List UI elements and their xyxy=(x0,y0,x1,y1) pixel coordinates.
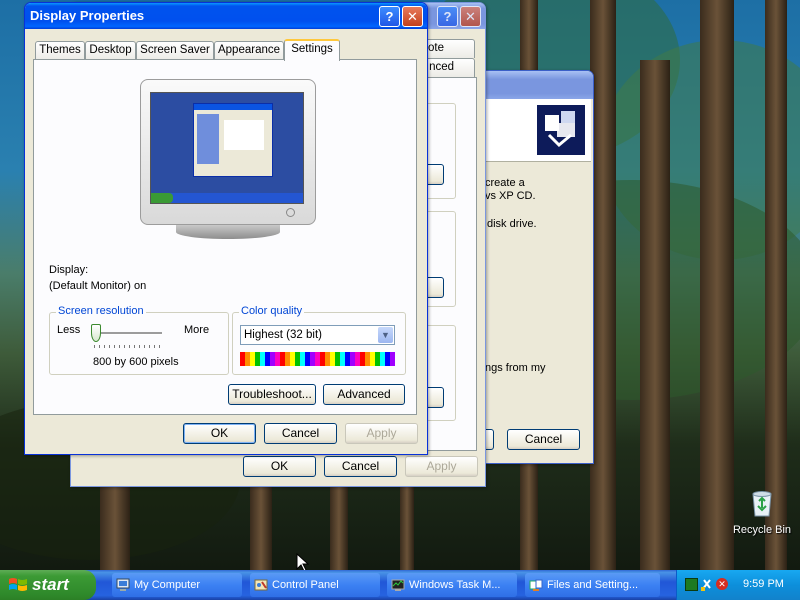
taskbar-item-label: Files and Setting... xyxy=(547,579,639,591)
taskbar-item-my-computer[interactable]: My Computer xyxy=(112,573,242,597)
files-settings-icon xyxy=(529,579,543,591)
tray-tool-icon[interactable] xyxy=(700,578,712,592)
security-alert-icon[interactable]: ✕ xyxy=(716,578,728,590)
cancel-button[interactable]: Cancel xyxy=(264,423,337,444)
wizard-cancel-button[interactable]: Cancel xyxy=(507,429,580,450)
mouse-cursor-icon xyxy=(296,553,310,570)
tree-trunk xyxy=(640,60,670,570)
ok-button[interactable]: OK xyxy=(183,423,256,444)
monitor-preview xyxy=(140,79,316,239)
resolution-slider-thumb[interactable] xyxy=(91,324,101,342)
display-label: Display: xyxy=(49,264,89,276)
color-quality-select[interactable]: Highest (32 bit) ▼ xyxy=(240,325,395,345)
taskbar: start My Computer Control Panel Windows … xyxy=(0,570,800,600)
tab-themes[interactable]: Themes xyxy=(35,41,85,60)
wizard-text-line-3: disk drive. xyxy=(487,218,537,230)
chevron-down-icon[interactable]: ▼ xyxy=(378,327,393,343)
monitor-power-icon xyxy=(286,208,295,217)
recycle-bin-icon xyxy=(752,491,772,517)
resolution-slider-ticks xyxy=(94,345,162,348)
advanced-button[interactable]: Advanced xyxy=(323,384,405,405)
resolution-slider-track[interactable] xyxy=(94,332,162,335)
resolution-value: 800 by 600 pixels xyxy=(93,356,179,368)
apply-button[interactable]: Apply xyxy=(345,423,418,444)
tab-appearance[interactable]: Appearance xyxy=(214,41,284,60)
recycle-bin[interactable]: Recycle Bin xyxy=(728,488,796,542)
network-icon[interactable] xyxy=(685,578,698,591)
background-ok-button[interactable]: OK xyxy=(243,456,316,477)
display-properties-titlebar[interactable]: Display Properties xyxy=(25,3,427,29)
troubleshoot-button[interactable]: Troubleshoot... xyxy=(228,384,316,405)
taskbar-item-label: My Computer xyxy=(134,579,201,591)
my-computer-icon xyxy=(116,578,130,591)
start-label: start xyxy=(32,575,69,594)
monitor-stand xyxy=(176,225,280,239)
wizard-text-line-4: ngs from my xyxy=(485,362,546,374)
tree-trunk xyxy=(765,0,787,570)
start-button[interactable]: start xyxy=(0,570,96,600)
color-quality-legend: Color quality xyxy=(239,305,305,317)
clock[interactable]: 9:59 PM xyxy=(743,578,784,590)
close-button[interactable]: ✕ xyxy=(402,6,423,27)
background-help-button[interactable]: ? xyxy=(437,6,458,27)
screen-resolution-legend: Screen resolution xyxy=(56,305,146,317)
taskbar-item-files-settings[interactable]: Files and Setting... xyxy=(525,573,660,597)
recycle-bin-label: Recycle Bin xyxy=(732,524,792,536)
background-apply-button[interactable]: Apply xyxy=(405,456,478,477)
window-title: Display Properties xyxy=(30,8,145,23)
monitor-screen xyxy=(150,92,304,204)
control-panel-icon xyxy=(254,579,268,591)
taskbar-item-control-panel[interactable]: Control Panel xyxy=(250,573,380,597)
taskbar-item-label: Windows Task M... xyxy=(409,579,501,591)
tab-screen-saver[interactable]: Screen Saver xyxy=(136,41,214,60)
wizard-logo-icon xyxy=(537,105,585,155)
tab-desktop[interactable]: Desktop xyxy=(85,41,136,60)
resolution-less-label: Less xyxy=(57,324,81,336)
background-close-button[interactable]: ✕ xyxy=(460,6,481,27)
color-spectrum-bar xyxy=(240,352,395,366)
tree-trunk xyxy=(700,0,734,570)
wizard-text-line-2: vs XP CD. xyxy=(485,190,536,202)
system-tray: ✕ 9:59 PM xyxy=(676,570,800,600)
taskbar-item-task-manager[interactable]: Windows Task M... xyxy=(387,573,517,597)
tree-trunk xyxy=(400,480,414,570)
screen-resolution-group: Screen resolution Less More 800 by 600 p… xyxy=(49,305,229,375)
task-manager-icon xyxy=(391,579,405,591)
wizard-text-line-1: create a xyxy=(485,177,525,189)
help-button[interactable]: ? xyxy=(379,6,400,27)
display-value: (Default Monitor) on xyxy=(49,280,147,292)
color-quality-group: Color quality Highest (32 bit) ▼ xyxy=(232,305,406,375)
display-properties-window: Display Properties ? ✕ Themes Desktop Sc… xyxy=(24,2,428,455)
settings-panel: Display: (Default Monitor) on Screen res… xyxy=(33,59,417,415)
taskbar-item-label: Control Panel xyxy=(272,579,339,591)
color-quality-selected: Highest (32 bit) xyxy=(244,329,322,341)
resolution-more-label: More xyxy=(184,324,210,336)
windows-logo-icon xyxy=(9,578,27,591)
background-cancel-button[interactable]: Cancel xyxy=(324,456,397,477)
tab-settings[interactable]: Settings xyxy=(284,39,340,61)
